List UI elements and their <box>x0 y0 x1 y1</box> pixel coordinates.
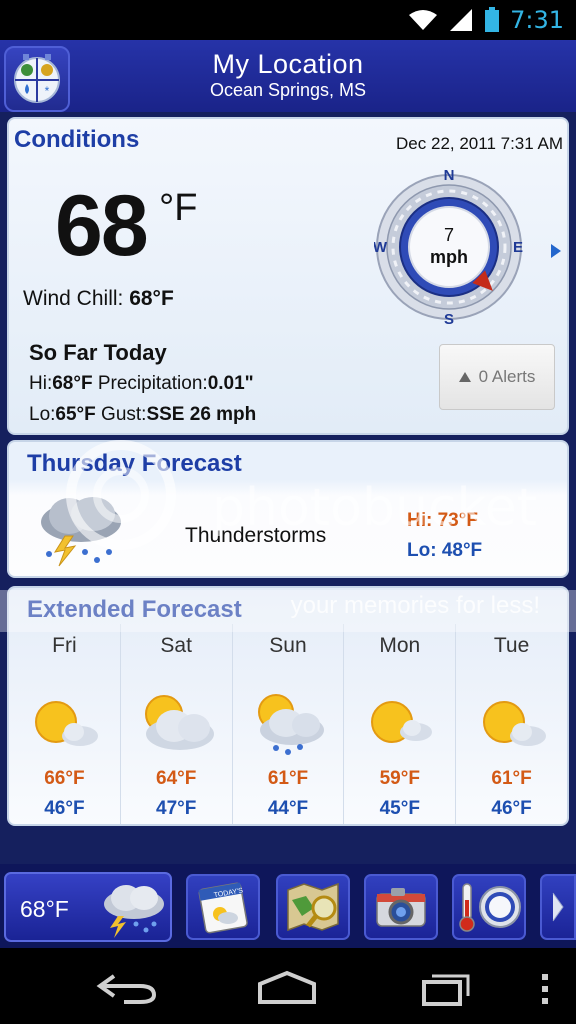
forecast-day-fri[interactable]: Fri 66°F 46°F <box>9 624 121 824</box>
day-hi: 59°F <box>379 768 420 789</box>
camera-button[interactable] <box>364 874 438 940</box>
current-weather-button[interactable]: 68°F <box>4 872 172 942</box>
day-lo: 46°F <box>491 798 532 819</box>
so-far-hi-line: Hi:68°F Precipitation:0.01" <box>29 373 254 395</box>
wind-speed-unit: mph <box>430 247 468 267</box>
home-icon[interactable] <box>256 970 318 1004</box>
conditions-panel[interactable]: Conditions Dec 22, 2011 7:31 AM 68 °F Wi… <box>7 117 569 435</box>
thursday-hi: Hi: 73°F <box>407 510 478 531</box>
day-lo: 47°F <box>156 798 197 819</box>
calendar-icon: TODAY'S <box>198 882 248 934</box>
back-icon[interactable] <box>96 972 158 1004</box>
map-icon <box>287 882 339 932</box>
camera-icon <box>376 888 426 927</box>
hi-value: 68°F <box>52 373 93 394</box>
wifi-icon <box>409 10 438 30</box>
day-lo: 44°F <box>267 798 309 819</box>
extended-title: Extended Forecast <box>27 596 242 623</box>
bottom-toolbar: 68°F TODAY'S <box>0 864 576 948</box>
recent-apps-icon[interactable] <box>420 968 472 1008</box>
day-hi: 61°F <box>491 768 532 789</box>
current-temperature: 68 <box>55 178 149 274</box>
conditions-date: Dec 22, 2011 7:31 AM <box>396 134 563 153</box>
app-logo-button[interactable]: * <box>4 46 70 112</box>
forecast-day-sun[interactable]: Sun 61°F 44°F <box>233 624 345 824</box>
sun-cloud-icon <box>370 701 432 743</box>
forecast-day-sat[interactable]: Sat 64°F 47°F <box>121 624 233 824</box>
battery-icon <box>485 7 500 32</box>
location-title: My Location <box>212 49 364 79</box>
toolbar-current-temp: 68°F <box>20 896 69 922</box>
temperature-unit: °F <box>159 187 198 229</box>
cloudy-sun-icon <box>145 695 215 750</box>
wind-chill-label: Wind Chill: <box>23 287 124 310</box>
alert-triangle-icon <box>458 372 471 382</box>
svg-text:*: * <box>45 84 50 98</box>
day-lo: 46°F <box>44 798 85 819</box>
day-name: Mon <box>379 634 421 657</box>
menu-dots-icon[interactable] <box>540 972 550 1006</box>
thursday-lo: Lo: 48°F <box>407 540 483 561</box>
forecast-day-mon[interactable]: Mon 59°F 45°F <box>344 624 457 824</box>
seasons-logo-icon: * <box>14 54 60 103</box>
extended-days: Fri 66°F 46°F Sat 64°F 47°F Sun 61°F 44°… <box>9 624 567 824</box>
lo-value: 65°F <box>55 404 96 425</box>
more-arrow-icon[interactable] <box>551 244 561 258</box>
status-time: 7:31 <box>510 6 564 34</box>
day-name: Sun <box>269 634 307 657</box>
map-button[interactable] <box>276 874 350 940</box>
compass-n: N <box>444 167 455 184</box>
day-lo: 45°F <box>379 798 420 819</box>
system-nav-bar <box>0 948 576 1024</box>
wind-speed: 7 <box>444 225 454 245</box>
thursday-condition: Thunderstorms <box>185 524 327 547</box>
day-hi: 66°F <box>44 768 85 789</box>
thunderstorm-cloud-icon <box>41 497 121 567</box>
day-hi: 64°F <box>156 768 197 789</box>
day-name: Sat <box>160 634 192 657</box>
so-far-lo-line: Lo:65°F Gust:SSE 26 mph <box>29 404 256 426</box>
precip-value: 0.01" <box>207 373 254 394</box>
chevron-right-icon <box>552 892 564 922</box>
day-name: Fri <box>52 634 77 657</box>
radar-button[interactable] <box>452 874 526 940</box>
compass-icon <box>479 886 521 928</box>
rain-cloud-sun-icon <box>257 694 324 755</box>
day-hi: 61°F <box>267 768 309 789</box>
compass-e: E <box>513 239 523 256</box>
toolbar-more-button[interactable] <box>540 874 576 940</box>
so-far-title: So Far Today <box>29 340 167 365</box>
daily-forecast-button[interactable]: TODAY'S <box>186 874 260 940</box>
hi-label: Hi: <box>29 373 53 394</box>
gust-label: Gust: <box>101 404 147 425</box>
thunderstorm-cloud-icon <box>104 885 164 938</box>
compass-w: W <box>374 239 388 256</box>
day-name: Tue <box>493 634 530 657</box>
conditions-title: Conditions <box>14 126 140 153</box>
wind-chill-value: 68°F <box>129 287 174 310</box>
lo-label: Lo: <box>29 404 56 425</box>
status-bar: 7:31 <box>0 0 576 40</box>
alerts-button[interactable]: 0 Alerts <box>439 344 555 410</box>
thursday-forecast-panel[interactable]: Thursday Forecast Thunderstorms Hi: 73°F… <box>7 440 569 578</box>
extended-forecast-panel[interactable]: Extended Forecast Fri 66°F 46°F Sat 64°F… <box>7 586 569 826</box>
sun-cloud-icon <box>482 701 546 746</box>
thursday-title: Thursday Forecast <box>27 450 242 477</box>
forecast-day-tue[interactable]: Tue 61°F 46°F <box>456 624 567 824</box>
wind-chill: Wind Chill: 68°F <box>23 287 174 311</box>
precip-label: Precipitation: <box>97 373 208 394</box>
wind-compass-icon[interactable]: N E S W 7 mph <box>374 167 524 327</box>
location-subtitle: Ocean Springs, MS <box>209 80 367 100</box>
app-header: * My Location Ocean Springs, MS <box>0 40 576 112</box>
sun-cloud-icon <box>35 701 99 746</box>
alerts-label: 0 Alerts <box>478 367 536 386</box>
gust-value: SSE 26 mph <box>146 404 257 425</box>
signal-icon <box>450 9 473 31</box>
compass-s: S <box>444 311 454 327</box>
thermometer-icon <box>459 883 475 932</box>
